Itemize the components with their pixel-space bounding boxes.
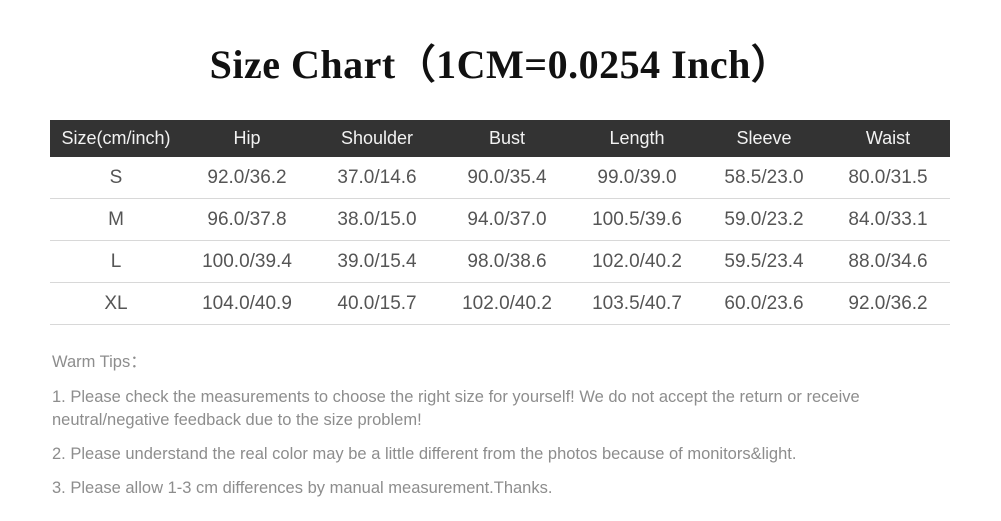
cell-shoulder: 40.0/15.7: [312, 282, 442, 325]
cell-size: XL: [50, 282, 182, 325]
cell-size: M: [50, 198, 182, 241]
column-header-size-label: Size(cm/inch): [61, 128, 171, 148]
warm-tips-heading: Warm Tips：: [52, 353, 147, 371]
cell-size: S: [50, 157, 182, 199]
size-chart-table: Size(cm/inch) Hip Shoulder Bust Length S…: [50, 120, 950, 325]
table-row: M 96.0/37.8 38.0/15.0 94.0/37.0 100.5/39…: [50, 198, 950, 241]
cell-length: 100.5/39.6: [572, 198, 702, 241]
column-header-length: Length: [572, 120, 702, 157]
cell-shoulder: 37.0/14.6: [312, 157, 442, 199]
cell-hip: 92.0/36.2: [182, 157, 312, 199]
table-body: S 92.0/36.2 37.0/14.6 90.0/35.4 99.0/39.…: [50, 157, 950, 325]
cell-waist: 80.0/31.5: [826, 157, 950, 199]
column-header-waist: Waist: [826, 120, 950, 157]
cell-sleeve: 58.5/23.0: [702, 157, 826, 199]
column-header-shoulder: Shoulder: [312, 120, 442, 157]
cell-bust: 94.0/37.0: [442, 198, 572, 241]
page-title: Size Chart（1CM=0.0254 Inch）: [209, 42, 792, 87]
warm-tip-item-3: 3. Please allow 1-3 cm differences by ma…: [52, 479, 553, 497]
cell-hip: 100.0/39.4: [182, 240, 312, 283]
table-header: Size(cm/inch) Hip Shoulder Bust Length S…: [50, 120, 950, 157]
column-header-hip: Hip: [182, 120, 312, 157]
cell-waist: 88.0/34.6: [826, 240, 950, 283]
cell-sleeve: 59.0/23.2: [702, 198, 826, 241]
warm-tips-section: Warm Tips： 1. Please check the measureme…: [52, 352, 952, 500]
table-row: L 100.0/39.4 39.0/15.4 98.0/38.6 102.0/4…: [50, 240, 950, 283]
warm-tip-item-2: 2. Please understand the real color may …: [52, 445, 797, 463]
column-header-bust: Bust: [442, 120, 572, 157]
cell-hip: 104.0/40.9: [182, 282, 312, 325]
cell-bust: 98.0/38.6: [442, 240, 572, 283]
cell-length: 103.5/40.7: [572, 282, 702, 325]
cell-sleeve: 59.5/23.4: [702, 240, 826, 283]
column-header-sleeve: Sleeve: [702, 120, 826, 157]
cell-sleeve: 60.0/23.6: [702, 282, 826, 325]
cell-length: 102.0/40.2: [572, 240, 702, 283]
table-row: XL 104.0/40.9 40.0/15.7 102.0/40.2 103.5…: [50, 282, 950, 325]
cell-waist: 92.0/36.2: [826, 282, 950, 325]
warm-tip-item-1: 1. Please check the measurements to choo…: [52, 388, 860, 429]
cell-hip: 96.0/37.8: [182, 198, 312, 241]
cell-size: L: [50, 240, 182, 283]
cell-waist: 84.0/33.1: [826, 198, 950, 241]
cell-shoulder: 39.0/15.4: [312, 240, 442, 283]
table-header-row: Size(cm/inch) Hip Shoulder Bust Length S…: [50, 120, 950, 157]
cell-shoulder: 38.0/15.0: [312, 198, 442, 241]
table-row: S 92.0/36.2 37.0/14.6 90.0/35.4 99.0/39.…: [50, 157, 950, 199]
column-header-size: Size(cm/inch): [50, 120, 182, 157]
cell-bust: 90.0/35.4: [442, 157, 572, 199]
cell-bust: 102.0/40.2: [442, 282, 572, 325]
cell-length: 99.0/39.0: [572, 157, 702, 199]
